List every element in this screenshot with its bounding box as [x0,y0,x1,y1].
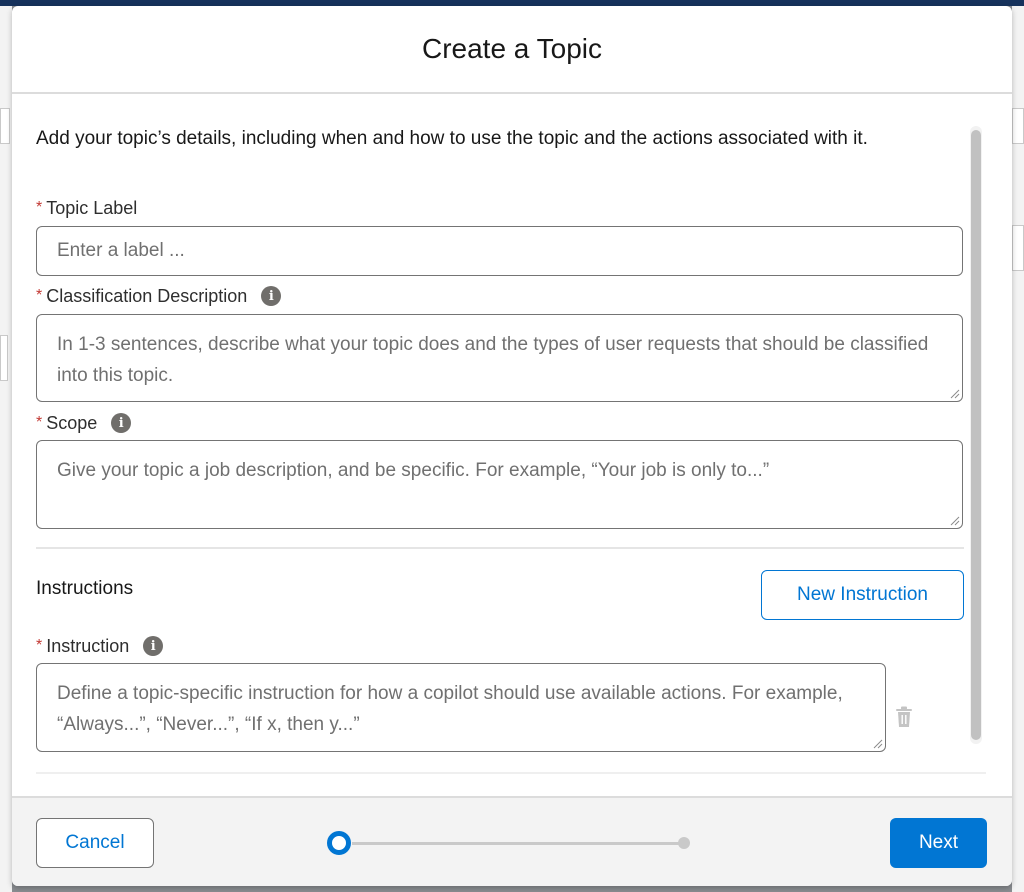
progress-step-next [678,837,690,849]
instructions-section-title: Instructions [36,578,134,599]
required-marker: * [36,637,43,654]
scope-placeholder: Give your topic a job description, and b… [57,460,770,481]
create-topic-modal: Create a Topic Add your topic’s details,… [12,6,1012,886]
required-marker: * [36,199,43,216]
classification-description-textarea[interactable]: In 1-3 sentences, describe what your top… [36,314,963,402]
instruction-textarea[interactable]: Define a topic-specific instruction for … [36,663,886,752]
modal-header: Create a Topic [12,6,1012,94]
progress-step-current [327,831,351,855]
instruction-field-label: * Instruction i [36,634,164,658]
new-instruction-button[interactable]: New Instruction [761,570,964,620]
background-fragment [0,108,10,144]
instruction-text: Instruction [46,635,130,656]
topic-label-placeholder: Enter a label ... [57,240,185,261]
required-marker: * [36,414,43,431]
progress-track [352,842,682,845]
info-icon[interactable]: i [111,413,132,433]
scope-text: Scope [46,412,98,433]
classification-description-text: Classification Description [46,285,248,306]
classification-description-placeholder: In 1-3 sentences, describe what your top… [57,334,929,386]
resize-handle-icon[interactable] [950,389,960,399]
section-divider [36,547,964,549]
resize-handle-icon[interactable] [950,516,960,526]
modal-body[interactable]: Add your topic’s details, including when… [12,96,1012,796]
modal-footer: Cancel Next [12,796,1012,886]
background-fragment [0,335,8,381]
topic-label-field-label: * Topic Label [36,196,137,220]
scope-textarea[interactable]: Give your topic a job description, and b… [36,440,963,529]
instruction-placeholder: Define a topic-specific instruction for … [57,683,843,735]
background-fragment [1012,108,1024,144]
scope-field-label: * Scope i [36,411,132,435]
cancel-button[interactable]: Cancel [36,818,154,868]
trash-icon[interactable] [894,706,914,728]
body-bottom-border [36,772,986,774]
background-fragment [1012,225,1024,271]
topic-label-input[interactable]: Enter a label ... [36,226,963,276]
resize-handle-icon[interactable] [873,739,883,749]
scrollbar-thumb[interactable] [971,130,981,740]
classification-description-field-label: * Classification Description i [36,284,282,308]
info-icon[interactable]: i [143,636,164,656]
topic-label-text: Topic Label [46,197,138,218]
info-icon[interactable]: i [261,286,282,306]
required-marker: * [36,287,43,304]
intro-text: Add your topic’s details, including when… [36,128,868,149]
modal-title: Create a Topic [421,33,603,64]
next-button[interactable]: Next [890,818,987,868]
